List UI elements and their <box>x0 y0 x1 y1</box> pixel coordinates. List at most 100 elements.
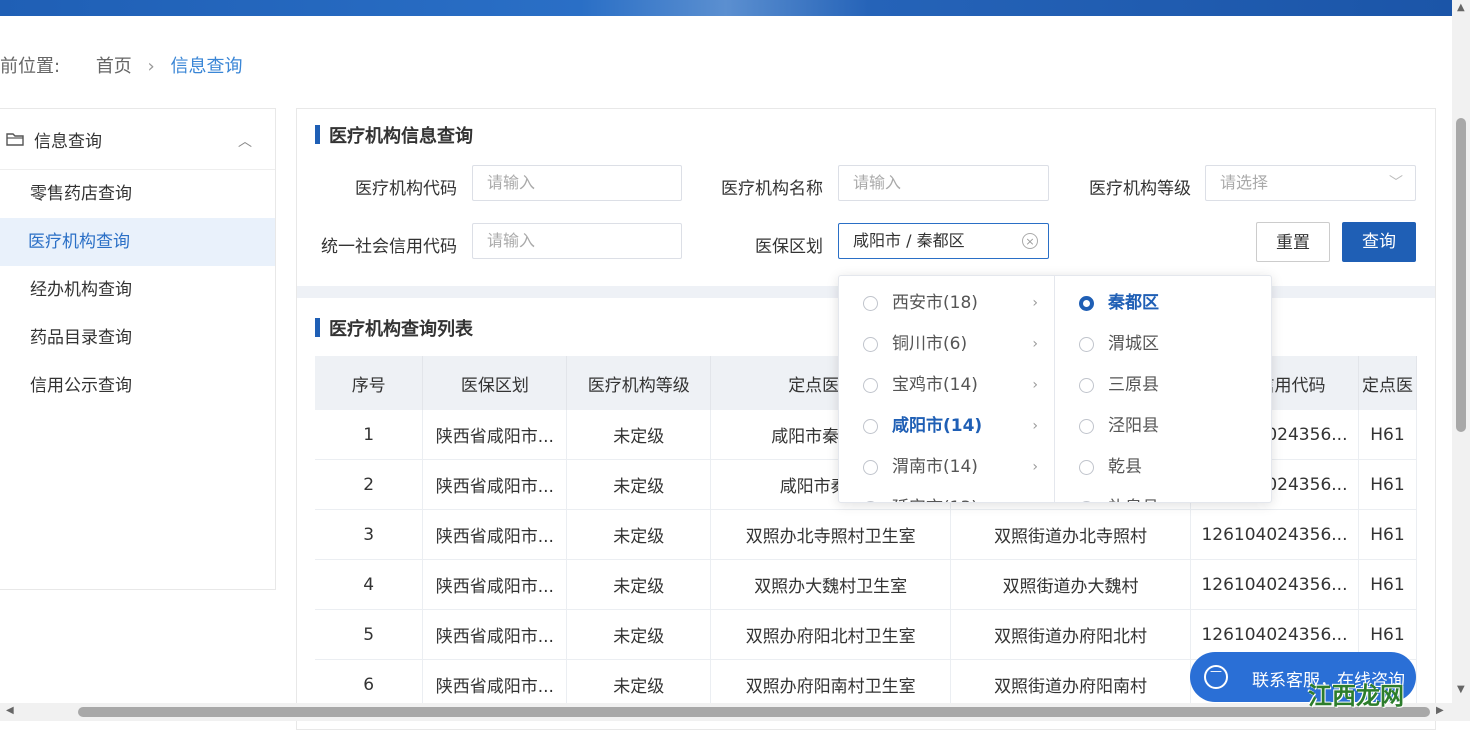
col-header: 医保区划 <box>422 356 568 410</box>
cascader-city-option[interactable]: 西安市(18) › <box>839 283 1054 324</box>
code-input[interactable]: 请输入 <box>472 165 682 201</box>
table-row[interactable]: 3 陕西省咸阳市... 未定级 双照办北寺照村卫生室 双照街道办北寺照村 12610402… <box>315 509 1417 560</box>
district-label: 三原县 <box>1108 375 1159 395</box>
cascader-city-option[interactable]: 铜川市(6) › <box>839 324 1054 365</box>
chevron-right-icon: › <box>1032 377 1038 393</box>
radio-icon[interactable] <box>1079 419 1094 434</box>
radio-icon[interactable] <box>863 296 878 311</box>
watermark-logo: 江西龙网 <box>1308 682 1404 710</box>
radio-icon[interactable] <box>863 501 878 502</box>
table-cell: H61 <box>1358 410 1417 460</box>
col-header: 医疗机构等级 <box>566 356 712 410</box>
radio-icon[interactable] <box>863 337 878 352</box>
chat-bubble-icon <box>1204 664 1228 689</box>
cascader-district-option[interactable]: 渭城区 <box>1055 324 1271 365</box>
cascader-city-option[interactable]: 延安市(13) › <box>839 488 1054 502</box>
cascader-district-option[interactable]: 乾县 <box>1055 447 1271 488</box>
radio-icon[interactable] <box>863 460 878 475</box>
top-banner <box>0 0 1452 16</box>
sidebar-item-credit[interactable]: 信用公示查询 <box>0 362 275 410</box>
radio-icon[interactable] <box>1079 296 1094 311</box>
table-cell: 陕西省咸阳市... <box>422 659 568 710</box>
table-cell: 陕西省咸阳市... <box>422 559 568 610</box>
region-label: 医保区划 <box>755 237 823 257</box>
sidebar-item-drug-catalog[interactable]: 药品目录查询 <box>0 314 275 362</box>
radio-icon[interactable] <box>1079 378 1094 393</box>
table-cell: H61 <box>1358 559 1417 610</box>
radio-icon[interactable] <box>1079 337 1094 352</box>
district-label: 秦都区 <box>1108 293 1159 313</box>
table-cell: 陕西省咸阳市... <box>422 609 568 660</box>
vertical-scroll-thumb[interactable] <box>1456 118 1466 432</box>
region-cascader-input[interactable]: 咸阳市 / 秦都区 × <box>838 223 1049 259</box>
table-cell: 未定级 <box>566 459 712 510</box>
credit-code-input[interactable]: 请输入 <box>472 223 682 259</box>
code-label: 医疗机构代码 <box>355 179 457 199</box>
cascader-city-option[interactable]: 渭南市(14) › <box>839 447 1054 488</box>
radio-icon[interactable] <box>863 419 878 434</box>
district-label: 泾阳县 <box>1108 416 1159 436</box>
sidebar-group-header[interactable]: 信息查询 ︿ <box>0 109 275 170</box>
cascader-district-option[interactable]: 秦都区 <box>1055 283 1271 324</box>
table-cell: 双照街道办府阳北村 <box>950 609 1191 660</box>
sidebar-group-label: 信息查询 <box>34 131 102 152</box>
vertical-scrollbar[interactable]: ▲ ▼ <box>1452 0 1470 721</box>
table-cell: H61 <box>1358 509 1417 560</box>
col-header: 定点医 <box>1358 356 1417 410</box>
city-label: 西安市(18) <box>892 293 978 313</box>
sidebar-item-medical-institution[interactable]: 医疗机构查询 <box>0 218 275 266</box>
city-label: 铜川市(6) <box>892 334 968 354</box>
sidebar: 信息查询 ︿ 零售药店查询 医疗机构查询 经办机构查询 药品目录查询 信用公示查… <box>0 108 276 590</box>
level-select-placeholder: 请选择 <box>1220 173 1269 192</box>
sidebar-item-agency[interactable]: 经办机构查询 <box>0 266 275 314</box>
level-label: 医疗机构等级 <box>1089 179 1191 199</box>
table-cell: 4 <box>315 559 424 610</box>
level-select[interactable]: 请选择 ﹀ <box>1205 165 1416 201</box>
cascader-city-option[interactable]: 宝鸡市(14) › <box>839 365 1054 406</box>
table-cell: 双照办大魏村卫生室 <box>710 559 952 610</box>
table-cell: 陕西省咸阳市... <box>422 459 568 510</box>
region-value: 咸阳市 / 秦都区 <box>853 231 965 250</box>
chevron-right-icon: › <box>1032 418 1038 434</box>
cascader-district-option[interactable]: 泾阳县 <box>1055 406 1271 447</box>
table-row[interactable]: 4 陕西省咸阳市... 未定级 双照办大魏村卫生室 双照街道办大魏村 1261040243… <box>315 559 1417 610</box>
sidebar-item-retail-pharmacy[interactable]: 零售药店查询 <box>0 170 275 218</box>
scroll-right-icon[interactable]: ▶ <box>1436 705 1444 716</box>
table-cell: 陕西省咸阳市... <box>422 509 568 560</box>
search-section-title: 医疗机构信息查询 <box>315 122 473 148</box>
query-button[interactable]: 查询 <box>1342 222 1416 262</box>
radio-icon[interactable] <box>863 378 878 393</box>
chevron-up-icon[interactable]: ︿ <box>238 131 252 151</box>
chevron-right-icon: › <box>147 56 155 77</box>
city-label: 宝鸡市(14) <box>892 375 978 395</box>
clear-icon[interactable]: × <box>1022 233 1038 249</box>
horizontal-scroll-thumb[interactable] <box>78 707 1430 717</box>
city-label: 延安市(13) <box>892 488 978 502</box>
table-cell: 3 <box>315 509 424 560</box>
breadcrumb-prefix: 前位置: <box>0 56 61 77</box>
table-cell: 未定级 <box>566 410 712 460</box>
region-cascader-dropdown: 西安市(18)›铜川市(6)›宝鸡市(14)›咸阳市(14)›渭南市(14)›延… <box>838 275 1272 503</box>
radio-icon[interactable] <box>1079 501 1094 502</box>
table-cell: 未定级 <box>566 559 712 610</box>
folder-icon <box>6 133 24 146</box>
name-input[interactable]: 请输入 <box>838 165 1049 201</box>
reset-button[interactable]: 重置 <box>1256 222 1330 262</box>
cascader-city-option[interactable]: 咸阳市(14) › <box>839 406 1054 447</box>
radio-icon[interactable] <box>1079 460 1094 475</box>
district-label: 渭城区 <box>1108 334 1159 354</box>
table-cell: 未定级 <box>566 609 712 660</box>
scroll-up-icon[interactable]: ▲ <box>1457 2 1465 13</box>
table-cell: 双照街道办大魏村 <box>950 559 1191 610</box>
district-label: 乾县 <box>1108 457 1142 477</box>
table-cell: 陕西省咸阳市... <box>422 410 568 460</box>
scroll-down-icon[interactable]: ▼ <box>1457 684 1465 695</box>
breadcrumb-home[interactable]: 首页 <box>96 52 132 78</box>
district-label: 礼泉县 <box>1108 488 1159 502</box>
scroll-left-icon[interactable]: ◀ <box>6 705 14 716</box>
breadcrumb-current[interactable]: 信息查询 <box>170 52 242 78</box>
cascader-district-option[interactable]: 礼泉县 <box>1055 488 1271 502</box>
cascader-district-option[interactable]: 三原县 <box>1055 365 1271 406</box>
horizontal-scrollbar[interactable]: ◀ ▶ <box>0 703 1452 721</box>
table-cell: 双照办北寺照村卫生室 <box>710 509 952 560</box>
